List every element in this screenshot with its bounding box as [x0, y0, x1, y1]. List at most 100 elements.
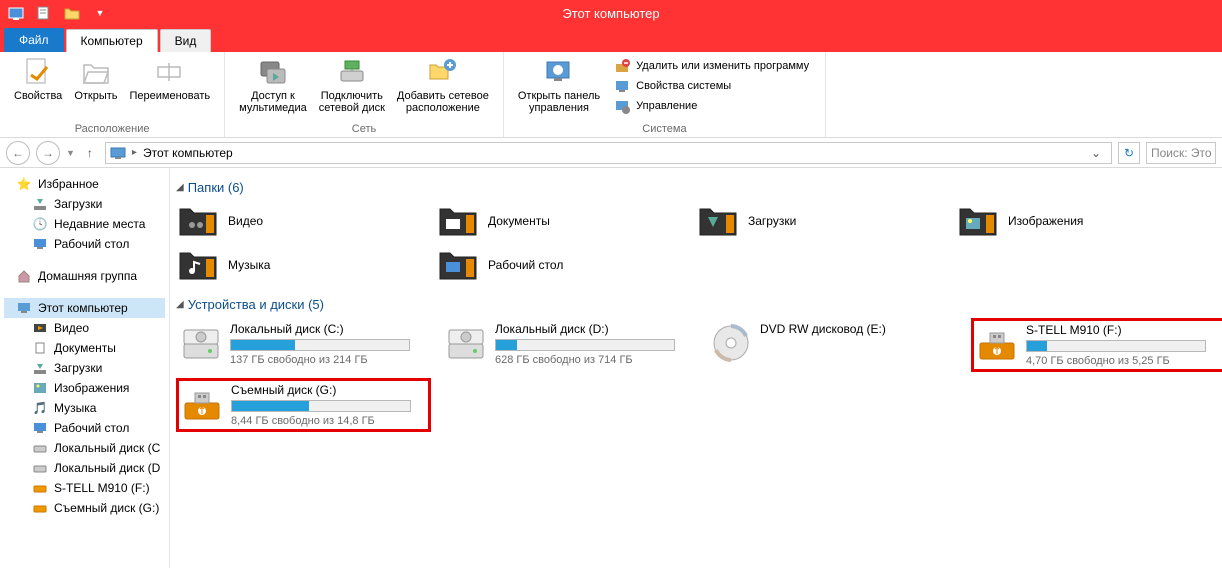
map-drive-icon: [336, 56, 368, 88]
folder-item[interactable]: Видео: [176, 201, 426, 241]
qat-properties-icon[interactable]: [34, 3, 54, 23]
folder-icon: [438, 203, 478, 239]
sidebar-downloads2[interactable]: Загрузки: [4, 358, 165, 378]
tab-computer[interactable]: Компьютер: [66, 29, 158, 52]
ribbon: Свойства Открыть Переименовать Расположе…: [0, 52, 1222, 138]
drives-grid: Локальный диск (C:)137 ГБ свободно из 21…: [176, 318, 1216, 432]
main-area: ⭐Избранное Загрузки 🕓Недавние места Рабо…: [0, 168, 1222, 568]
qat-new-folder-icon[interactable]: [62, 3, 82, 23]
drive-free-text: 628 ГБ свободно из 714 ГБ: [495, 354, 692, 366]
folder-item[interactable]: Загрузки: [696, 201, 946, 241]
folder-item[interactable]: Изображения: [956, 201, 1206, 241]
drive-item[interactable]: Локальный диск (C:)137 ГБ свободно из 21…: [176, 318, 431, 372]
tab-view[interactable]: Вид: [160, 29, 212, 52]
sidebar-recent[interactable]: 🕓Недавние места: [4, 214, 165, 234]
desktop-icon: [32, 236, 48, 252]
downloads-icon: [32, 360, 48, 376]
sidebar-removable-g[interactable]: Съемный диск (G:): [4, 498, 165, 518]
ribbon-open-button[interactable]: Открыть: [68, 54, 123, 104]
ribbon-control-panel-button[interactable]: Открыть панельуправления: [512, 54, 606, 116]
nav-forward-button[interactable]: →: [36, 141, 60, 165]
sidebar-downloads[interactable]: Загрузки: [4, 194, 165, 214]
tab-file[interactable]: Файл: [4, 28, 64, 52]
sidebar-desktop2[interactable]: Рабочий стол: [4, 418, 165, 438]
address-location[interactable]: Этот компьютер: [143, 146, 233, 160]
sidebar-documents[interactable]: Документы: [4, 338, 165, 358]
sidebar-favorites[interactable]: ⭐Избранное: [4, 174, 165, 194]
address-bar[interactable]: ▸ Этот компьютер ⌄: [105, 142, 1112, 164]
ribbon-group-network-label: Сеть: [352, 123, 376, 137]
music-icon: 🎵: [32, 400, 48, 416]
ribbon-media-access-button[interactable]: Доступ кмультимедиа: [233, 54, 313, 116]
folder-icon: [178, 247, 218, 283]
sidebar-videos[interactable]: Видео: [4, 318, 165, 338]
content-pane: ◢ Папки (6) Видео Документы Загрузки Изобра…: [170, 168, 1222, 568]
nav-back-button[interactable]: ←: [6, 141, 30, 165]
ribbon-system-props-button[interactable]: Свойства системы: [610, 76, 813, 96]
nav-up-button[interactable]: ↑: [81, 144, 99, 162]
sidebar-music[interactable]: 🎵Музыка: [4, 398, 165, 418]
system-props-icon: [614, 78, 630, 94]
chevron-right-icon[interactable]: ▸: [132, 147, 137, 158]
ribbon-properties-button[interactable]: Свойства: [8, 54, 68, 104]
drive-item[interactable]: Локальный диск (D:)628 ГБ свободно из 71…: [441, 318, 696, 372]
folder-item[interactable]: Музыка: [176, 245, 426, 285]
sidebar-pictures[interactable]: Изображения: [4, 378, 165, 398]
search-input[interactable]: Поиск: Это: [1146, 142, 1216, 164]
drive-item[interactable]: S-TELL M910 (F:)4,70 ГБ свободно из 5,25…: [971, 318, 1222, 372]
folder-item[interactable]: Рабочий стол: [436, 245, 686, 285]
folder-item[interactable]: Документы: [436, 201, 686, 241]
section-folders-header[interactable]: ◢ Папки (6): [176, 180, 1216, 195]
folder-icon: [698, 203, 738, 239]
downloads-icon: [32, 196, 48, 212]
ribbon-add-network-button[interactable]: Добавить сетевоерасположение: [391, 54, 495, 116]
ribbon-rename-button[interactable]: Переименовать: [124, 54, 217, 104]
hdd-drive-icon: [180, 322, 222, 364]
drive-item[interactable]: DVD RW дисковод (E:): [706, 318, 961, 372]
drive-usage-bar: [231, 400, 411, 412]
sidebar-desktop[interactable]: Рабочий стол: [4, 234, 165, 254]
homegroup-icon: [16, 268, 32, 284]
folder-label: Рабочий стол: [488, 258, 563, 272]
picture-icon: [32, 380, 48, 396]
ribbon-group-system-label: Система: [642, 123, 686, 137]
drive-name: Локальный диск (C:): [230, 322, 427, 336]
folder-icon: [178, 203, 218, 239]
ribbon-uninstall-button[interactable]: Удалить или изменить программу: [610, 56, 813, 76]
media-access-icon: [257, 56, 289, 88]
add-network-icon: [427, 56, 459, 88]
drive-usage-bar: [495, 339, 675, 351]
section-drives-header[interactable]: ◢ Устройства и диски (5): [176, 297, 1216, 312]
drive-item[interactable]: Съемный диск (G:)8,44 ГБ свободно из 14,…: [176, 378, 431, 432]
refresh-button[interactable]: ↻: [1118, 142, 1140, 164]
document-icon: [32, 340, 48, 356]
sidebar-local-c[interactable]: Локальный диск (C: [4, 438, 165, 458]
control-panel-icon: [543, 56, 575, 88]
pc-icon: [16, 300, 32, 316]
drive-usage-bar: [230, 339, 410, 351]
ribbon-manage-button[interactable]: Управление: [610, 96, 813, 116]
window-title: Этот компьютер: [562, 6, 659, 21]
ribbon-group-location: Свойства Открыть Переименовать Расположе…: [0, 52, 225, 137]
sidebar-homegroup[interactable]: Домашняя группа: [4, 266, 165, 286]
ribbon-map-drive-button[interactable]: Подключитьсетевой диск: [313, 54, 391, 116]
folder-label: Загрузки: [748, 214, 796, 228]
sidebar-local-d[interactable]: Локальный диск (D: [4, 458, 165, 478]
folders-grid: Видео Документы Загрузки Изображения Музыка Р…: [176, 201, 1216, 285]
qat-system-icon[interactable]: [6, 3, 26, 23]
sidebar-stell[interactable]: S-TELL M910 (F:): [4, 478, 165, 498]
sidebar-this-pc[interactable]: Этот компьютер: [4, 298, 165, 318]
uninstall-icon: [614, 58, 630, 74]
nav-history-dropdown[interactable]: ▼: [66, 148, 75, 158]
folder-label: Видео: [228, 214, 263, 228]
dvd-drive-icon: [710, 322, 752, 364]
address-dropdown-icon[interactable]: ⌄: [1085, 146, 1107, 160]
drive-usage-bar: [1026, 340, 1206, 352]
folder-label: Изображения: [1008, 214, 1083, 228]
open-icon: [80, 56, 112, 88]
star-icon: ⭐: [16, 176, 32, 192]
folder-icon: [438, 247, 478, 283]
usb-drive-icon: [976, 323, 1018, 365]
qat-dropdown-icon[interactable]: ▼: [90, 3, 110, 23]
clock-icon: 🕓: [32, 216, 48, 232]
